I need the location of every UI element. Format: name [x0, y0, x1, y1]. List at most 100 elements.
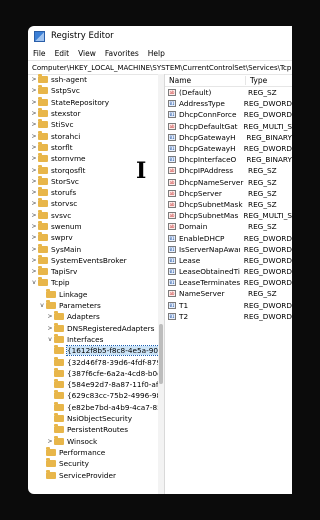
tree-item[interactable]: > Winsock — [28, 435, 164, 447]
menu-favorites[interactable]: Favorites — [105, 49, 139, 58]
tree-item[interactable]: Security — [28, 458, 164, 469]
value-type: REG_SZ — [248, 199, 277, 209]
binary-value-icon: 01 — [168, 245, 176, 253]
value-row[interactable]: ab DhcpIPAddress REG_SZ — [165, 165, 292, 176]
editor-panes: > ssh-agent > SstpSvc > StateRepository > stexs… — [28, 74, 292, 494]
tree-scrollbar-thumb[interactable] — [159, 324, 163, 384]
chevron-right-icon[interactable]: > — [30, 257, 38, 264]
tree-item[interactable]: {1612f8b5-f8c8-4e5a-90e0 — [28, 345, 164, 357]
menu-edit[interactable]: Edit — [55, 49, 70, 58]
value-row[interactable]: ab DhcpServer REG_SZ — [165, 188, 292, 199]
folder-icon — [54, 333, 64, 343]
chevron-right-icon[interactable]: > — [30, 87, 38, 94]
menu-view[interactable]: View — [78, 49, 96, 58]
chevron-right-icon[interactable]: > — [30, 212, 38, 219]
tree-item[interactable]: {32d46f78-39d6-4fdf-8795 — [28, 356, 164, 367]
column-name-header[interactable]: Name — [165, 75, 246, 85]
value-row[interactable]: ab DhcpSubnetMask REG_MULTI_S — [165, 210, 292, 221]
chevron-down-icon[interactable]: v — [38, 302, 46, 309]
folder-icon — [54, 401, 64, 411]
tree-item[interactable]: Performance — [28, 446, 164, 458]
tree-item[interactable]: > ssh-agent — [28, 74, 164, 85]
value-type: REG_SZ — [248, 177, 277, 187]
tree-item[interactable]: > swprv — [28, 232, 164, 243]
chevron-right-icon[interactable]: > — [46, 325, 54, 332]
address-bar[interactable]: Computer\HKEY_LOCAL_MACHINE\SYSTEM\Curre… — [28, 60, 292, 75]
menu-help[interactable]: Help — [148, 49, 165, 58]
tree-item[interactable]: > swenum — [28, 221, 164, 232]
chevron-right-icon[interactable]: > — [30, 189, 38, 196]
value-type: REG_DWORD — [243, 144, 292, 154]
value-type: REG_MULTI_S — [243, 121, 292, 131]
value-row[interactable]: 01 T2 REG_DWORD — [165, 311, 292, 322]
value-row[interactable]: 01 IsServerNapAware REG_DWORD — [165, 244, 292, 255]
tree-item[interactable]: > SstpSvc — [28, 85, 164, 96]
tree-item[interactable]: Linkage — [28, 288, 164, 300]
tree-item[interactable]: v Parameters — [28, 300, 164, 311]
value-row[interactable]: ab DhcpSubnetMask REG_SZ — [165, 199, 292, 210]
folder-icon — [38, 153, 48, 163]
tree-item[interactable]: > StateRepository — [28, 96, 164, 108]
chevron-right-icon[interactable]: > — [30, 99, 38, 106]
tree-item[interactable]: {387f6cfe-6a2a-4cd8-b0c4 — [28, 367, 164, 379]
value-row[interactable]: ab DhcpNameServer REG_SZ — [165, 177, 292, 188]
chevron-down-icon[interactable]: v — [30, 279, 38, 286]
tree-item[interactable]: PersistentRoutes — [28, 424, 164, 435]
chevron-right-icon[interactable]: > — [30, 76, 38, 83]
value-row[interactable]: ab DhcpDefaultGat REG_MULTI_S — [165, 121, 292, 132]
column-type-header[interactable]: Type — [246, 76, 267, 85]
tree-item[interactable]: > SystemEventsBroker — [28, 254, 164, 266]
tree-item[interactable]: > stexstor — [28, 108, 164, 119]
binary-value-icon: 01 — [168, 279, 176, 287]
tree-item[interactable]: {584e92d7-8a87-11f0-af70 — [28, 379, 164, 390]
chevron-right-icon[interactable]: > — [30, 200, 38, 207]
menu-file[interactable]: File — [33, 49, 46, 58]
chevron-right-icon[interactable]: > — [30, 167, 38, 174]
chevron-right-icon[interactable]: > — [30, 155, 38, 162]
tree-item[interactable]: v Interfaces — [28, 333, 164, 345]
value-row[interactable]: ab NameServer REG_SZ — [165, 288, 292, 299]
value-row[interactable]: ab Domain REG_SZ — [165, 221, 292, 232]
tree-item[interactable]: > storflt — [28, 141, 164, 153]
chevron-down-icon[interactable]: v — [46, 336, 54, 343]
value-row[interactable]: 01 DhcpInterfaceO REG_BINARY — [165, 154, 292, 165]
value-row[interactable]: 01 DhcpGatewayH REG_DWORD — [165, 143, 292, 154]
tree-item[interactable]: > TapiSrv — [28, 266, 164, 277]
tree-item[interactable]: > storvsc — [28, 198, 164, 209]
tree-item[interactable]: > StiSvc — [28, 119, 164, 130]
tree-item[interactable]: > storahci — [28, 130, 164, 141]
tree-scrollbar[interactable] — [158, 74, 164, 494]
chevron-right-icon[interactable]: > — [30, 246, 38, 253]
chevron-right-icon[interactable]: > — [46, 438, 54, 445]
chevron-right-icon[interactable]: > — [30, 234, 38, 241]
address-path[interactable]: Computer\HKEY_LOCAL_MACHINE\SYSTEM\Curre… — [32, 64, 292, 72]
chevron-right-icon[interactable]: > — [30, 268, 38, 275]
value-row[interactable]: 01 Lease REG_DWORD — [165, 255, 292, 266]
tree-item[interactable]: {e82be7bd-a4b9-4ca7-85c — [28, 401, 164, 413]
tree-item[interactable]: > svsvc — [28, 209, 164, 221]
chevron-right-icon[interactable]: > — [46, 313, 54, 320]
chevron-right-icon[interactable]: > — [30, 178, 38, 185]
value-row[interactable]: 01 DhcpConnForce REG_DWORD — [165, 109, 292, 120]
title-bar[interactable]: Registry Editor — [28, 26, 292, 46]
tree-item[interactable]: ServiceProvider — [28, 469, 164, 480]
chevron-right-icon[interactable]: > — [30, 223, 38, 230]
tree-item[interactable]: > SysMain — [28, 243, 164, 254]
value-row[interactable]: 01 LeaseObtainedTi REG_DWORD — [165, 266, 292, 277]
tree-item[interactable]: > DNSRegisteredAdapters — [28, 322, 164, 334]
value-row[interactable]: 01 EnableDHCP REG_DWORD — [165, 232, 292, 243]
tree-item[interactable]: {629c83cc-75b2-4996-986 — [28, 390, 164, 401]
value-row[interactable]: ab (Default) REG_SZ — [165, 87, 292, 98]
tree-item[interactable]: > storufs — [28, 187, 164, 198]
tree-item[interactable]: NsiObjectSecurity — [28, 413, 164, 424]
chevron-right-icon[interactable]: > — [30, 144, 38, 151]
chevron-right-icon[interactable]: > — [30, 110, 38, 117]
chevron-right-icon[interactable]: > — [30, 133, 38, 140]
tree-item[interactable]: v Tcpip — [28, 277, 164, 288]
chevron-right-icon[interactable]: > — [30, 121, 38, 128]
value-row[interactable]: 01 AddressType REG_DWORD — [165, 98, 292, 109]
value-row[interactable]: 01 T1 REG_DWORD — [165, 300, 292, 311]
tree-item[interactable]: > Adapters — [28, 311, 164, 322]
value-row[interactable]: 01 LeaseTerminates REG_DWORD — [165, 277, 292, 288]
value-row[interactable]: 01 DhcpGatewayH REG_BINARY — [165, 132, 292, 143]
